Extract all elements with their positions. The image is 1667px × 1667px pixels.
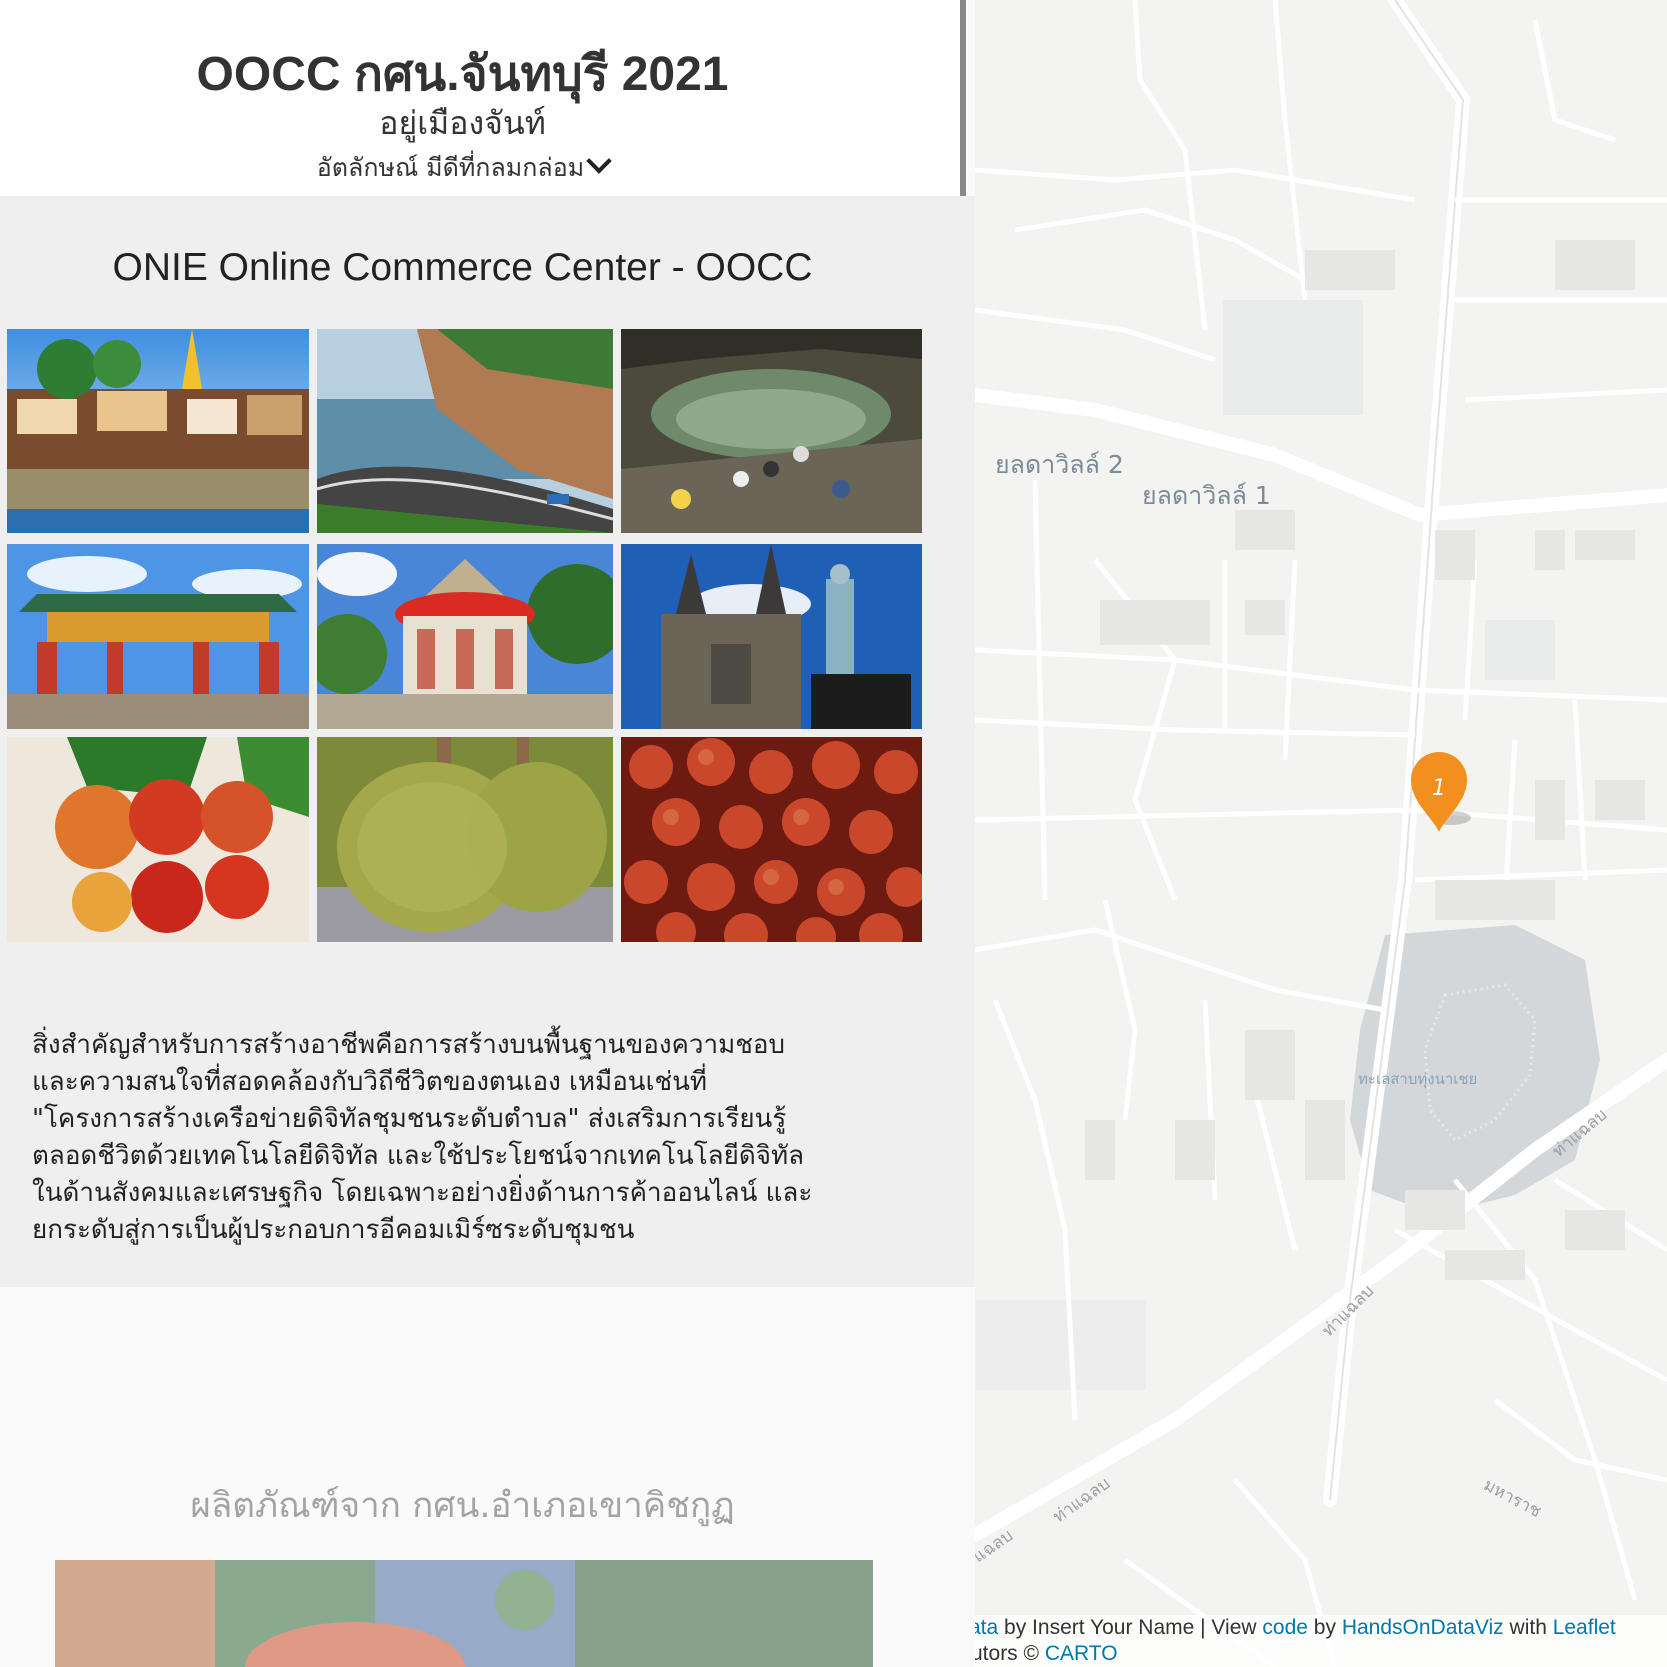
attribution-text: with <box>1503 1616 1553 1639</box>
tagline-text: อัตลักษณ์ มีดีที่กลมกล่อม <box>316 153 585 182</box>
map[interactable]: ยลดาวิลล์ 2 ยลดาวิลล์ 1 ทะเลสาบทุ่งนาเชย… <box>975 0 1667 1667</box>
intro-line: สิ่งสำคัญสำหรับการสร้างอาชีพคือการสร้างบ… <box>32 1030 786 1060</box>
map-marker[interactable]: 1 <box>1411 752 1471 836</box>
pavilion-shrine-photo <box>317 544 613 729</box>
rambutan-photo <box>7 737 309 942</box>
scrollbar[interactable] <box>960 0 966 200</box>
attribution-code-link[interactable]: code <box>1262 1616 1308 1639</box>
product-photo <box>55 1560 873 1667</box>
map-roads <box>975 0 1667 1667</box>
intro-line: ยกระดับสู่การเป็นผู้ประกอบการอีคอมเมิร์ซ… <box>32 1215 635 1245</box>
cathedral-photo <box>621 544 922 729</box>
intro-line: "โครงการสร้างเครือข่ายดิจิทัลชุมชนระดับต… <box>32 1104 787 1134</box>
tagline[interactable]: อัตลักษณ์ มีดีที่กลมกล่อม <box>0 148 925 188</box>
page-header: OOCC กศน.จันทบุรี 2021 อยู่เมืองจันท์ อั… <box>0 0 960 196</box>
intro-line: และความสนใจที่สอดคล้องกับวิถีชีวิตของตนเ… <box>32 1067 708 1097</box>
attribution-text: utors © <box>975 1642 1045 1665</box>
attribution-carto-link[interactable]: CARTO <box>1045 1642 1118 1665</box>
chapter-title: ONIE Online Commerce Center - OOCC <box>112 246 813 289</box>
map-label-village-1: ยลดาวิลล์ 1 <box>1142 481 1271 510</box>
story-panel[interactable]: OOCC กศน.จันทบุรี 2021 อยู่เมืองจันท์ อั… <box>0 0 975 1667</box>
attribution-leaflet-link[interactable]: Leaflet <box>1553 1616 1616 1639</box>
chevron-down-icon[interactable] <box>586 148 612 174</box>
attribution-text: by Insert Your Name | View <box>998 1616 1263 1639</box>
riverside-community-photo <box>7 329 309 533</box>
intro-line: ในด้านสังคมและเศรษฐกิจ โดยเฉพาะอย่างยิ่ง… <box>32 1178 813 1208</box>
map-label-village-2: ยลดาวิลล์ 2 <box>995 450 1124 479</box>
rock-pool-photo <box>621 329 922 533</box>
chapter-2-title: ผลิตภัณฑ์จาก กศน.อำเภอเขาคิชกูฏ <box>190 1486 735 1526</box>
page-subtitle: อยู่เมืองจันท์ <box>379 104 546 142</box>
map-attribution: ata by Insert Your Name | View code by H… <box>975 1615 1667 1667</box>
intro-line: ตลอดชีวิตด้วยเทคโนโลยีดิจิทัล และใช้ประโ… <box>32 1141 805 1171</box>
salak-photo <box>621 737 922 942</box>
chinese-gate-photo <box>7 544 309 729</box>
attribution-text: by <box>1307 1616 1342 1639</box>
attribution-handsondataviz-link[interactable]: HandsOnDataViz <box>1342 1616 1504 1639</box>
marker-number: 1 <box>1432 776 1446 801</box>
coastal-road-photo <box>317 329 613 533</box>
attribution-data-link[interactable]: ata <box>975 1616 998 1639</box>
map-label-lake: ทะเลสาบทุ่งนาเชย <box>1358 1070 1478 1088</box>
durian-photo <box>317 737 613 942</box>
intro-paragraph: สิ่งสำคัญสำหรับการสร้างอาชีพคือการสร้างบ… <box>32 1027 902 1249</box>
